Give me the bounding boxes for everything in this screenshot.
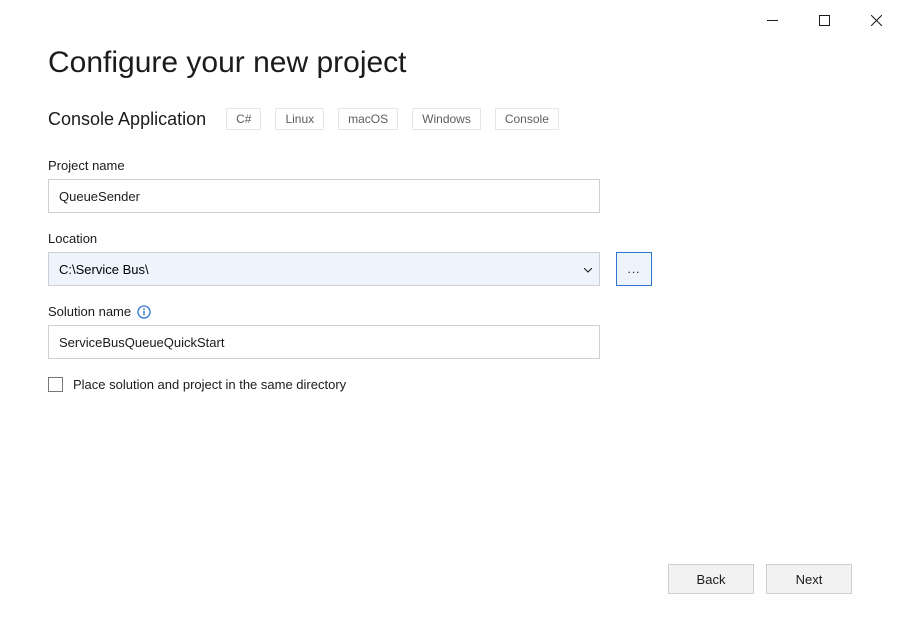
solution-name-label: Solution name: [48, 304, 131, 319]
solution-name-input[interactable]: [48, 325, 600, 359]
minimize-button[interactable]: [756, 8, 788, 32]
template-tag: macOS: [338, 108, 398, 130]
location-label: Location: [48, 231, 852, 246]
template-tag: Linux: [275, 108, 324, 130]
template-tag: Windows: [412, 108, 481, 130]
template-tag: C#: [226, 108, 261, 130]
page-title: Configure your new project: [48, 46, 852, 80]
location-input[interactable]: [48, 252, 600, 286]
browse-button[interactable]: ...: [616, 252, 652, 286]
same-directory-checkbox[interactable]: [48, 377, 63, 392]
template-tag: Console: [495, 108, 559, 130]
project-name-input[interactable]: [48, 179, 600, 213]
next-button[interactable]: Next: [766, 564, 852, 594]
template-header: Console Application C# Linux macOS Windo…: [48, 108, 852, 130]
back-button[interactable]: Back: [668, 564, 754, 594]
maximize-button[interactable]: [808, 8, 840, 32]
project-name-label: Project name: [48, 158, 852, 173]
info-icon[interactable]: [137, 305, 151, 319]
same-directory-label[interactable]: Place solution and project in the same d…: [73, 377, 346, 392]
close-button[interactable]: [860, 8, 892, 32]
window-controls: [756, 8, 892, 32]
template-name: Console Application: [48, 109, 206, 130]
